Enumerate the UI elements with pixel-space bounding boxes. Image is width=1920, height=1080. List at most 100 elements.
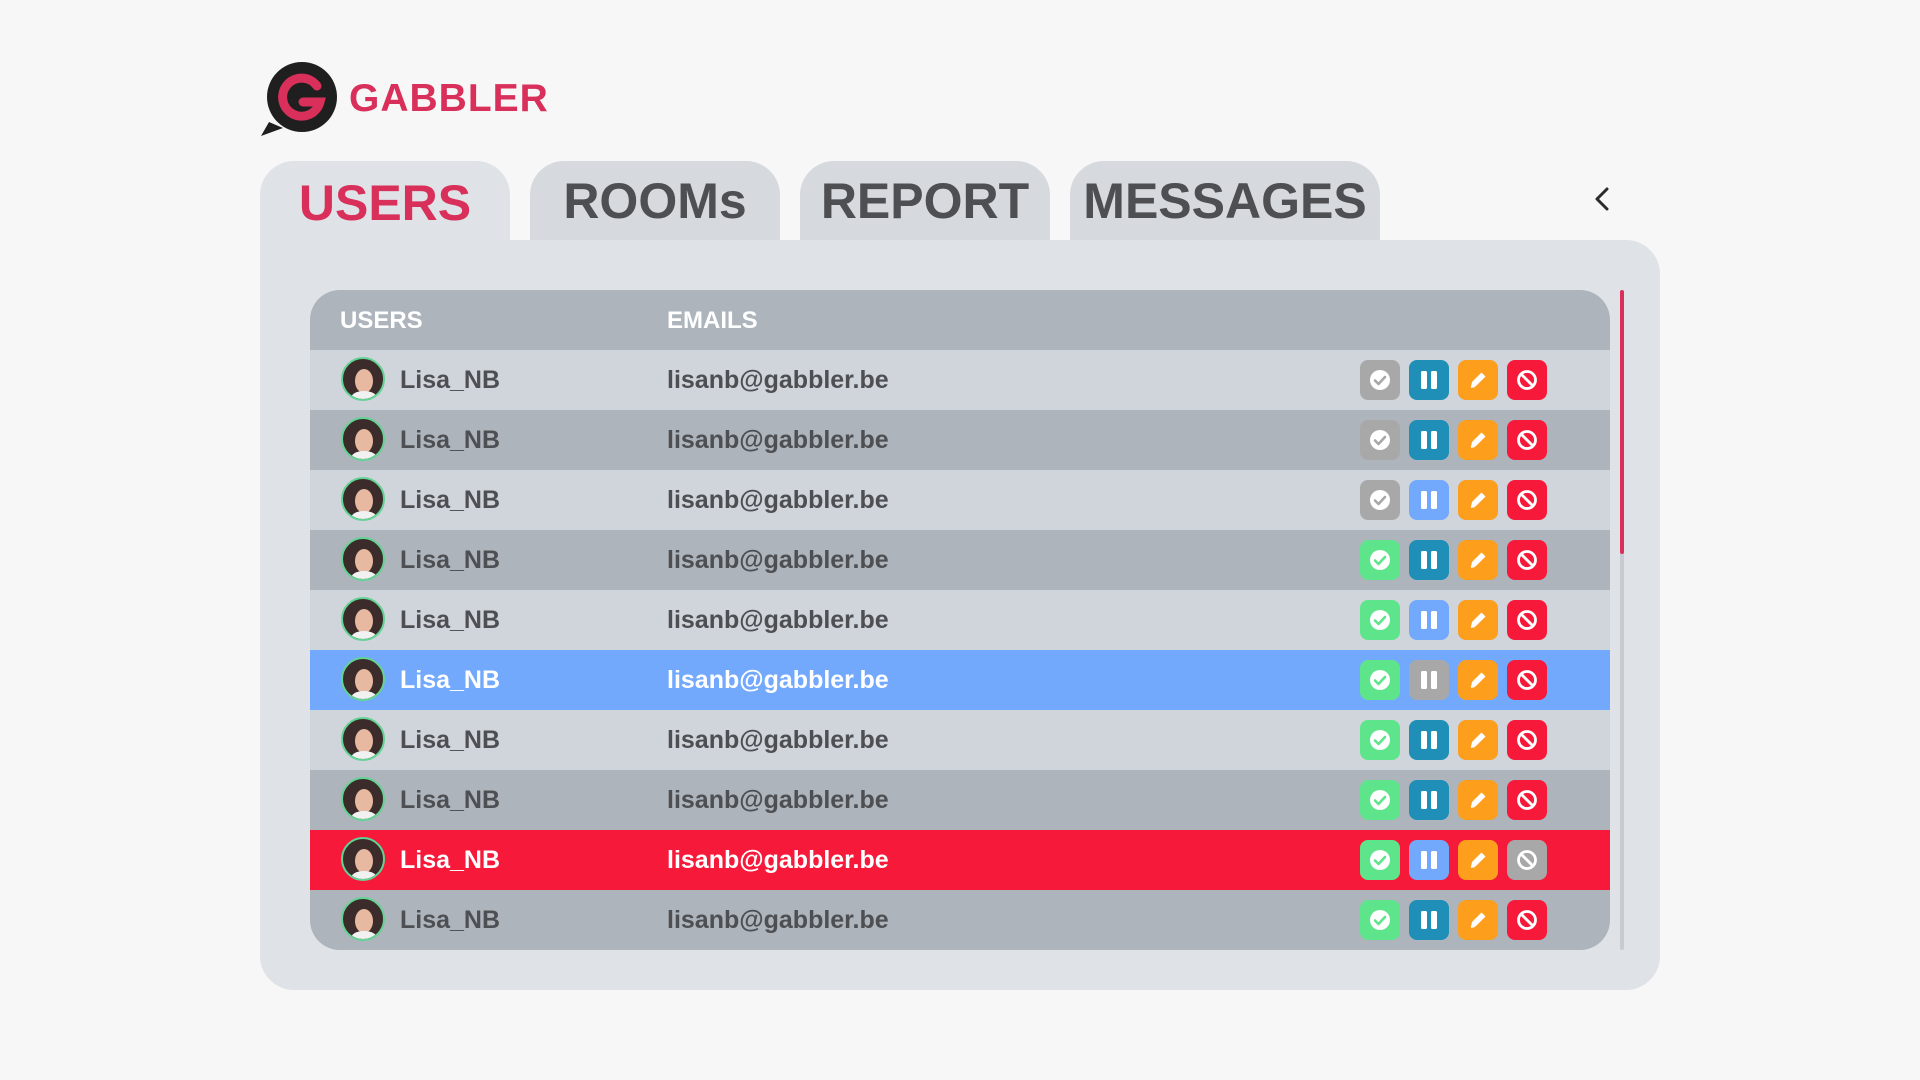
- scrollbar-thumb[interactable]: [1620, 290, 1624, 554]
- edit-button[interactable]: [1458, 540, 1498, 580]
- user-email: lisanb@gabbler.be: [667, 546, 889, 574]
- pause-button[interactable]: [1409, 720, 1449, 760]
- edit-button[interactable]: [1458, 420, 1498, 460]
- table-row[interactable]: Lisa_NB lisanb@gabbler.be: [310, 350, 1610, 410]
- approve-button[interactable]: [1360, 360, 1400, 400]
- pause-button[interactable]: [1409, 600, 1449, 640]
- approve-button[interactable]: [1360, 480, 1400, 520]
- table-row[interactable]: Lisa_NB lisanb@gabbler.be: [310, 590, 1610, 650]
- pause-button[interactable]: [1409, 480, 1449, 520]
- ban-button[interactable]: [1507, 600, 1547, 640]
- ban-button[interactable]: [1507, 360, 1547, 400]
- ban-button[interactable]: [1507, 660, 1547, 700]
- avatar: [341, 357, 385, 401]
- pause-button[interactable]: [1409, 780, 1449, 820]
- pencil-icon: [1470, 492, 1486, 508]
- ban-button[interactable]: [1507, 840, 1547, 880]
- users-table: USERS EMAILS Lisa_NB lisanb@gabbler.be Lis…: [310, 290, 1610, 950]
- user-name: Lisa_NB: [400, 846, 501, 874]
- table-row[interactable]: Lisa_NB lisanb@gabbler.be: [310, 410, 1610, 470]
- approve-button[interactable]: [1360, 660, 1400, 700]
- pencil-icon: [1470, 852, 1486, 868]
- ban-button[interactable]: [1507, 720, 1547, 760]
- ban-button[interactable]: [1507, 540, 1547, 580]
- table-row[interactable]: Lisa_NB lisanb@gabbler.be: [310, 770, 1610, 830]
- avatar: [341, 717, 385, 761]
- check-circle-icon: [1370, 550, 1390, 570]
- table-row[interactable]: Lisa_NB lisanb@gabbler.be: [310, 530, 1610, 590]
- table-row[interactable]: Lisa_NB lisanb@gabbler.be: [310, 830, 1610, 890]
- user-name: Lisa_NB: [400, 786, 501, 814]
- ban-icon: [1517, 490, 1537, 510]
- table-row[interactable]: Lisa_NB lisanb@gabbler.be: [310, 470, 1610, 530]
- avatar: [341, 417, 385, 461]
- pause-button[interactable]: [1409, 840, 1449, 880]
- column-header-emails: EMAILS: [667, 307, 758, 334]
- ban-icon: [1517, 370, 1537, 390]
- gabbler-logo-icon: [261, 62, 337, 136]
- edit-button[interactable]: [1458, 660, 1498, 700]
- pause-icon: [1421, 431, 1437, 449]
- ban-button[interactable]: [1507, 420, 1547, 460]
- tab-rooms[interactable]: ROOMs: [530, 161, 780, 241]
- user-email: lisanb@gabbler.be: [667, 726, 889, 754]
- pause-icon: [1421, 371, 1437, 389]
- pencil-icon: [1470, 432, 1486, 448]
- approve-button[interactable]: [1360, 780, 1400, 820]
- avatar: [341, 477, 385, 521]
- ban-icon: [1517, 430, 1537, 450]
- approve-button[interactable]: [1360, 900, 1400, 940]
- pause-button[interactable]: [1409, 540, 1449, 580]
- chevron-left-icon[interactable]: [1590, 182, 1614, 216]
- table-row[interactable]: Lisa_NB lisanb@gabbler.be: [310, 650, 1610, 710]
- pencil-icon: [1470, 792, 1486, 808]
- user-name: Lisa_NB: [400, 486, 501, 514]
- pause-icon: [1421, 551, 1437, 569]
- ban-button[interactable]: [1507, 480, 1547, 520]
- table-row[interactable]: Lisa_NB lisanb@gabbler.be: [310, 710, 1610, 770]
- check-circle-icon: [1370, 670, 1390, 690]
- pause-icon: [1421, 791, 1437, 809]
- pause-icon: [1421, 731, 1437, 749]
- tab-users[interactable]: USERS: [260, 161, 510, 245]
- check-circle-icon: [1370, 730, 1390, 750]
- ban-icon: [1517, 850, 1537, 870]
- pencil-icon: [1470, 372, 1486, 388]
- approve-button[interactable]: [1360, 420, 1400, 460]
- user-name: Lisa_NB: [400, 906, 501, 934]
- ban-icon: [1517, 610, 1537, 630]
- user-email: lisanb@gabbler.be: [667, 426, 889, 454]
- edit-button[interactable]: [1458, 360, 1498, 400]
- user-email: lisanb@gabbler.be: [667, 486, 889, 514]
- pause-button[interactable]: [1409, 420, 1449, 460]
- approve-button[interactable]: [1360, 720, 1400, 760]
- user-name: Lisa_NB: [400, 546, 501, 574]
- ban-button[interactable]: [1507, 900, 1547, 940]
- pencil-icon: [1470, 612, 1486, 628]
- avatar: [341, 597, 385, 641]
- edit-button[interactable]: [1458, 900, 1498, 940]
- table-row[interactable]: Lisa_NB lisanb@gabbler.be: [310, 890, 1610, 950]
- tab-messages[interactable]: MESSAGES: [1070, 161, 1380, 241]
- edit-button[interactable]: [1458, 720, 1498, 760]
- edit-button[interactable]: [1458, 480, 1498, 520]
- avatar: [341, 537, 385, 581]
- avatar: [341, 837, 385, 881]
- edit-button[interactable]: [1458, 600, 1498, 640]
- edit-button[interactable]: [1458, 840, 1498, 880]
- ban-button[interactable]: [1507, 780, 1547, 820]
- pause-button[interactable]: [1409, 660, 1449, 700]
- approve-button[interactable]: [1360, 600, 1400, 640]
- edit-button[interactable]: [1458, 780, 1498, 820]
- table-scrollbar[interactable]: [1620, 290, 1624, 950]
- pause-icon: [1421, 491, 1437, 509]
- approve-button[interactable]: [1360, 840, 1400, 880]
- pause-button[interactable]: [1409, 900, 1449, 940]
- pause-button[interactable]: [1409, 360, 1449, 400]
- approve-button[interactable]: [1360, 540, 1400, 580]
- check-circle-icon: [1370, 370, 1390, 390]
- tab-report[interactable]: REPORT: [800, 161, 1050, 241]
- user-name: Lisa_NB: [400, 666, 501, 694]
- column-header-users: USERS: [340, 307, 423, 334]
- user-name: Lisa_NB: [400, 726, 501, 754]
